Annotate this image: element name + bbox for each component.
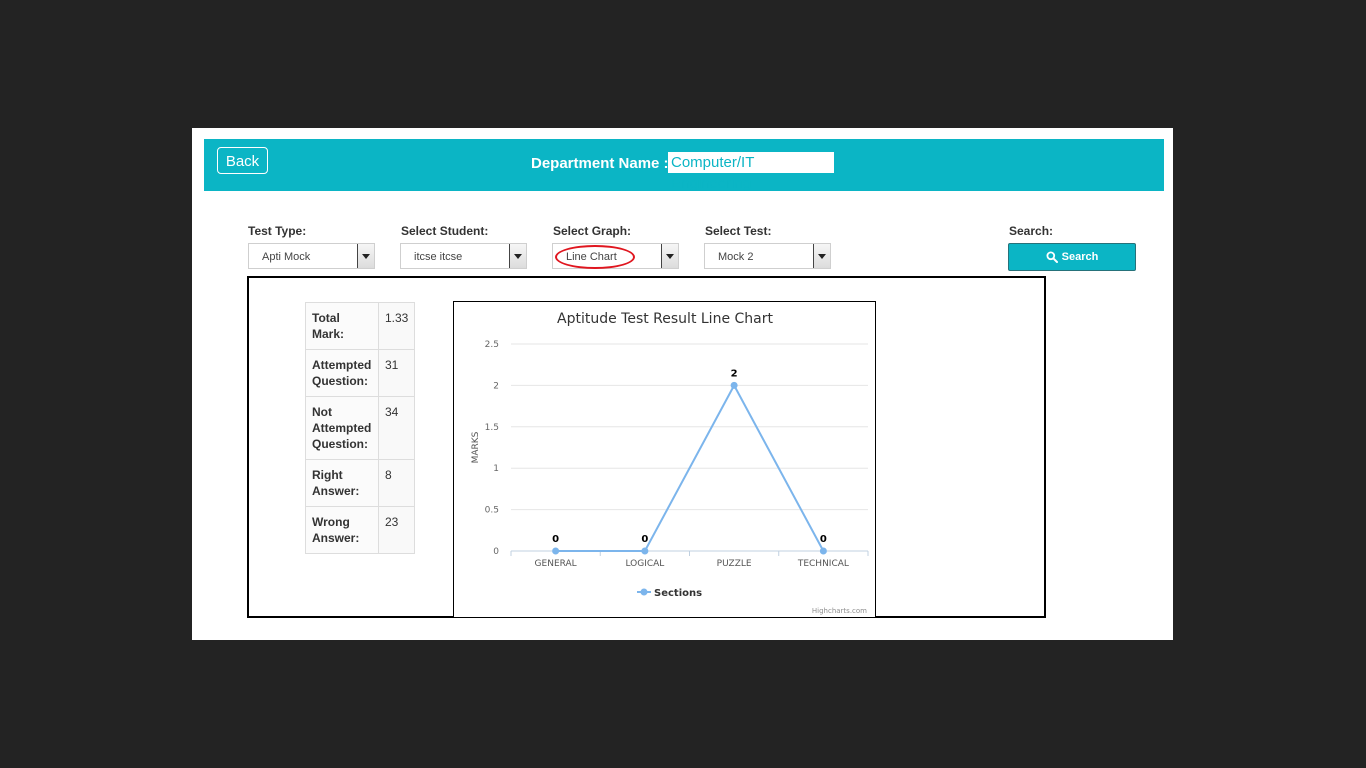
back-button[interactable]: Back xyxy=(217,147,268,174)
department-value: Computer/IT Engineering xyxy=(668,152,834,192)
stats-row: Not Attempted Question: 34 xyxy=(305,396,416,460)
search-button[interactable]: Search xyxy=(1008,243,1136,271)
search-button-label: Search xyxy=(1061,251,1099,263)
stat-value: 31 xyxy=(377,349,416,397)
test-type-select[interactable]: Apti Mock xyxy=(248,243,375,269)
page-header: Back Department Name : Computer/IT Engin… xyxy=(204,139,1164,192)
student-label: Select Student: xyxy=(401,224,489,238)
test-label: Select Test: xyxy=(705,224,772,238)
stat-label: Right Answer: xyxy=(305,459,379,507)
chevron-down-icon[interactable] xyxy=(357,244,374,268)
main-panel: Back Department Name : Computer/IT Engin… xyxy=(192,128,1173,640)
stats-row: Right Answer: 8 xyxy=(305,459,416,507)
student-select[interactable]: itcse itcse xyxy=(400,243,527,269)
search-icon xyxy=(1046,251,1058,263)
x-tick-label: TECHNICAL xyxy=(797,559,849,569)
department-label: Department Name : xyxy=(531,155,669,172)
stat-label: Wrong Answer: xyxy=(305,506,379,554)
y-tick-label: 2 xyxy=(493,381,499,391)
stat-value: 34 xyxy=(377,396,416,460)
x-tick-label: PUZZLE xyxy=(717,559,752,569)
data-label: 2 xyxy=(731,368,738,379)
x-tick-label: GENERAL xyxy=(535,559,577,569)
chart-svg: Aptitude Test Result Line Chart 0 0.5 1 1.5 2… xyxy=(471,311,869,615)
stats-row: Wrong Answer: 23 xyxy=(305,506,416,554)
search-label: Search: xyxy=(1009,224,1054,238)
stat-label: Attempted Question: xyxy=(305,349,379,397)
stat-value: 8 xyxy=(377,459,416,507)
chevron-down-icon[interactable] xyxy=(661,244,678,268)
y-tick-label: 0.5 xyxy=(485,506,499,516)
data-point xyxy=(730,381,738,389)
data-label: 0 xyxy=(552,534,559,545)
stat-label: Not Attempted Question: xyxy=(305,396,379,460)
y-tick-label: 1 xyxy=(493,464,499,474)
graph-label: Select Graph: xyxy=(553,224,632,238)
stat-value: 1.33 xyxy=(377,302,416,350)
data-label: 0 xyxy=(820,534,827,545)
x-tick-label: LOGICAL xyxy=(625,559,664,569)
result-container: Total Mark: 1.33 Attempted Question: 31 Not … xyxy=(247,276,1046,618)
data-point xyxy=(552,547,560,555)
chart-credits: Highcharts.com xyxy=(812,607,867,615)
chevron-down-icon[interactable] xyxy=(509,244,526,268)
line-chart: Aptitude Test Result Line Chart 0 0.5 1 1.5 2… xyxy=(453,301,876,618)
test-type-label: Test Type: xyxy=(248,224,307,238)
graph-value: Line Chart xyxy=(566,251,617,263)
stats-table: Total Mark: 1.33 Attempted Question: 31 Not … xyxy=(305,302,416,554)
y-tick-label: 1.5 xyxy=(485,423,499,433)
stat-value: 23 xyxy=(377,506,416,554)
stats-row: Attempted Question: 31 xyxy=(305,349,416,397)
legend-label: Sections xyxy=(654,588,702,599)
data-label: 0 xyxy=(641,534,648,545)
test-select[interactable]: Mock 2 xyxy=(704,243,831,269)
graph-select[interactable]: Line Chart xyxy=(552,243,679,269)
data-point xyxy=(641,547,649,555)
legend-marker xyxy=(640,588,648,596)
chart-title: Aptitude Test Result Line Chart xyxy=(557,311,773,327)
y-tick-label: 0 xyxy=(493,547,499,557)
stat-label: Total Mark: xyxy=(305,302,379,350)
y-tick-label: 2.5 xyxy=(485,340,499,350)
stats-row: Total Mark: 1.33 xyxy=(305,302,416,350)
test-type-value: Apti Mock xyxy=(262,251,311,263)
student-value: itcse itcse xyxy=(414,251,463,263)
y-axis-title: MARKS xyxy=(471,431,481,463)
test-value: Mock 2 xyxy=(718,251,754,263)
data-point xyxy=(819,547,827,555)
chevron-down-icon[interactable] xyxy=(813,244,830,268)
